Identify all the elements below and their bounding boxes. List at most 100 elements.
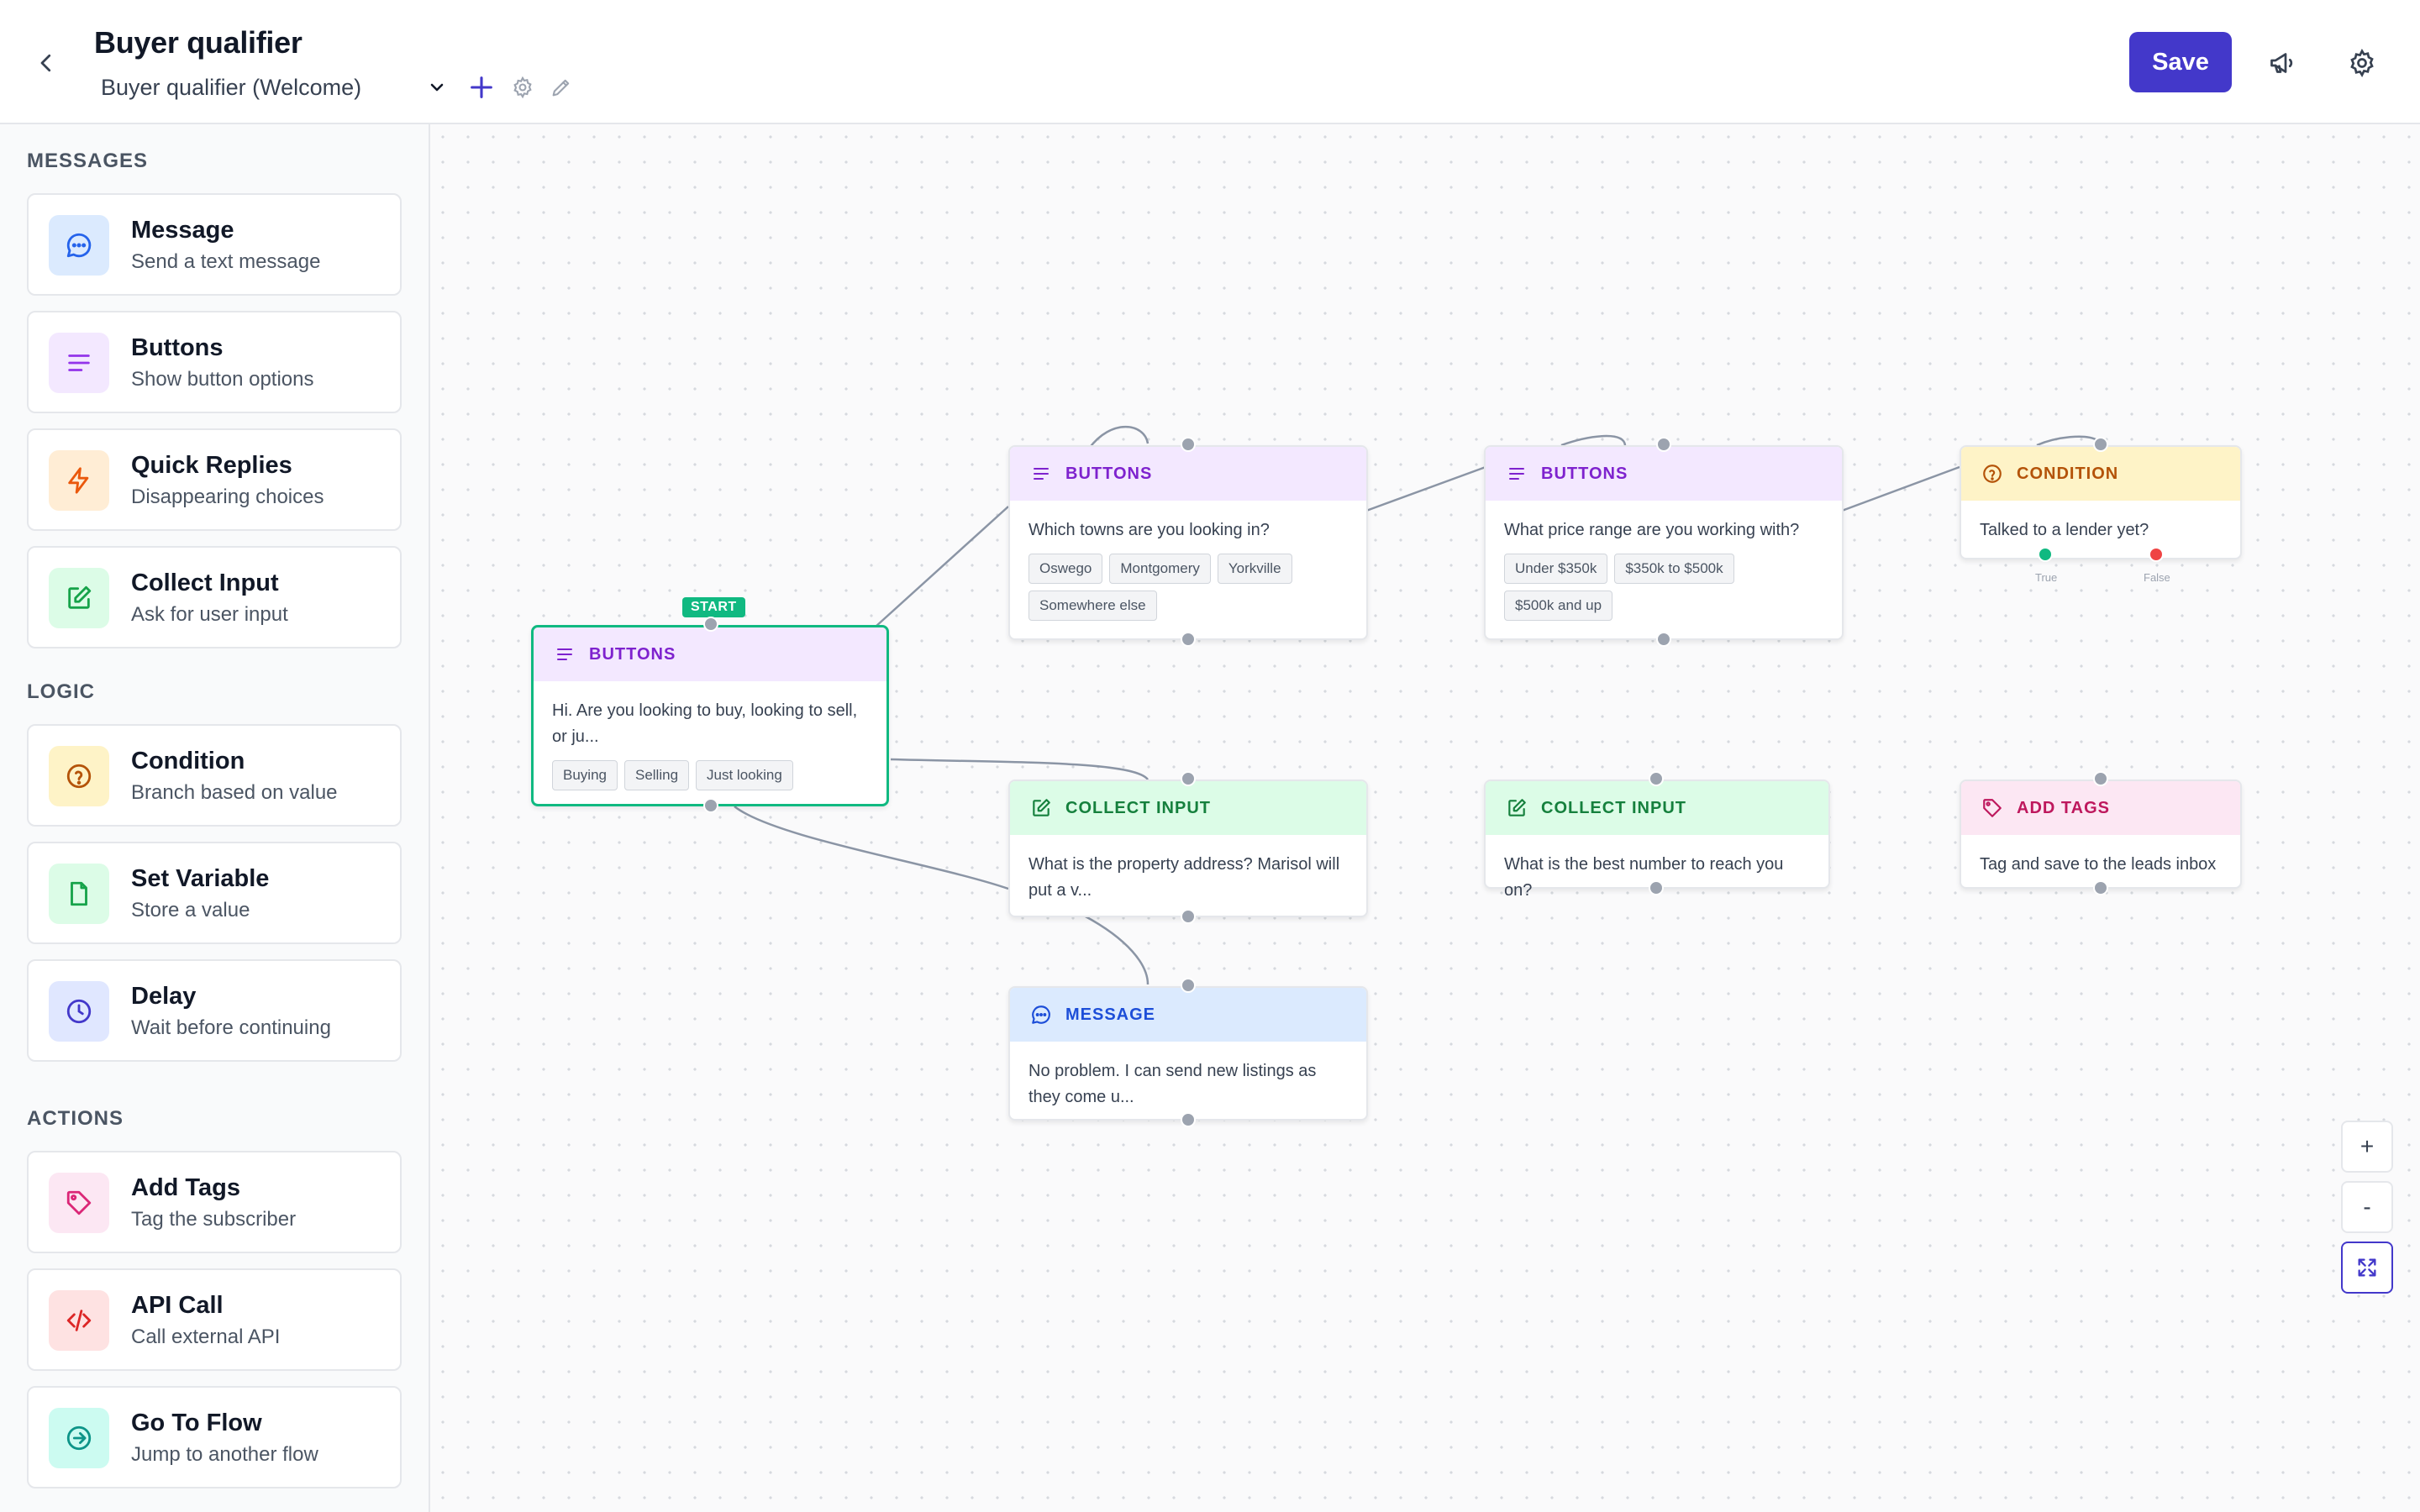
edit-icon (1504, 795, 1529, 821)
settings-button[interactable] (2343, 44, 2381, 82)
fit-view-button[interactable] (2341, 1242, 2393, 1294)
plus-icon (471, 76, 492, 98)
palette-item-description: Disappearing choices (131, 486, 324, 508)
palette-item-description: Wait before continuing (131, 1016, 331, 1039)
node-phone-collect-input[interactable]: COLLECT INPUT What is the best number to… (1484, 780, 1830, 900)
output-handle[interactable] (703, 798, 718, 813)
palette-item-collect-input[interactable]: Collect Input Ask for user input (27, 546, 402, 648)
flow-selector[interactable]: Buyer qualifier (Welcome) (94, 75, 447, 101)
lines-icon (1504, 461, 1529, 486)
palette-item-message[interactable]: Message Send a text message (27, 193, 402, 296)
zoom-out-button[interactable]: - (2341, 1181, 2393, 1233)
chip-350k-to-500k[interactable]: $350k to $500k (1614, 554, 1734, 584)
flow-toolbar: Buyer qualifier (Welcome) (94, 71, 573, 104)
output-handle[interactable] (1181, 1112, 1196, 1127)
node-palette: MESSAGES Message Send a text message Button… (0, 124, 430, 1512)
lines-icon (1028, 461, 1054, 486)
chip-just-looking[interactable]: Just looking (696, 760, 793, 790)
palette-item-description: Ask for user input (131, 603, 288, 626)
broadcast-button[interactable] (2264, 44, 2302, 82)
expand-icon (2358, 1258, 2376, 1277)
node-address-collect-input[interactable]: COLLECT INPUT What is the property addre… (1008, 780, 1368, 917)
input-handle[interactable] (1181, 978, 1196, 993)
chip-500k-and-up[interactable]: $500k and up (1504, 591, 1613, 621)
palette-item-go-to-flow[interactable]: Go To Flow Jump to another flow (27, 1386, 402, 1488)
input-handle[interactable] (2093, 437, 2108, 452)
section-title-logic: LOGIC (27, 680, 95, 703)
node-type: BUTTONS (589, 644, 676, 664)
edge-start-to-towns (875, 506, 1009, 627)
code-icon (49, 1290, 109, 1351)
chip-buying[interactable]: Buying (552, 760, 618, 790)
chip-oswego[interactable]: Oswego (1028, 554, 1103, 584)
palette-item-description: Store a value (131, 899, 250, 921)
tag-icon (49, 1173, 109, 1233)
node-header: BUTTONS (1010, 447, 1366, 501)
palette-item-name: Buttons (131, 334, 224, 361)
output-handle[interactable] (1649, 880, 1664, 895)
flow-canvas[interactable]: START BUTTONS Hi. Are you looking to buy… (430, 124, 2420, 1512)
tag-icon (1980, 795, 2005, 821)
input-handle[interactable] (1181, 437, 1196, 452)
node-add-tags[interactable]: ADD TAGS Tag and save to the leads inbox (1960, 780, 2242, 889)
node-towns-buttons[interactable]: BUTTONS Which towns are you looking in? … (1008, 445, 1368, 640)
node-text: Talked to a lender yet? (1980, 521, 2149, 539)
input-handle[interactable] (1649, 771, 1664, 786)
palette-item-quick-replies[interactable]: Quick Replies Disappearing choices (27, 428, 402, 531)
chip-montgomery[interactable]: Montgomery (1109, 554, 1211, 584)
chat-bubble-icon (49, 215, 109, 276)
palette-item-description: Jump to another flow (131, 1443, 318, 1466)
add-flow-button[interactable] (467, 73, 496, 102)
palette-item-condition[interactable]: Condition Branch based on value (27, 724, 402, 827)
zoom-in-button[interactable]: + (2341, 1121, 2393, 1173)
input-handle[interactable] (2093, 771, 2108, 786)
input-handle[interactable] (1181, 771, 1196, 786)
output-handle[interactable] (1181, 909, 1196, 924)
edge-address-to-message (1083, 914, 1150, 985)
output-handle[interactable] (1656, 632, 1671, 647)
output-handle[interactable] (2093, 880, 2108, 895)
save-button[interactable]: Save (2129, 32, 2232, 92)
palette-item-name: Quick Replies (131, 452, 292, 479)
question-circle-icon (1980, 461, 2005, 486)
rename-flow-button[interactable] (550, 76, 573, 99)
node-type: ADD TAGS (2017, 798, 2110, 817)
palette-item-name: Add Tags (131, 1174, 240, 1201)
output-handle[interactable] (1181, 632, 1196, 647)
settings-gear-icon (2350, 48, 2374, 78)
pencil-icon (552, 79, 570, 97)
chip-under-350k[interactable]: Under $350k (1504, 554, 1608, 584)
back-button[interactable] (27, 44, 66, 82)
true-branch-handle[interactable] (2038, 547, 2053, 562)
palette-item-name: Message (131, 217, 234, 244)
chip-yorkville[interactable]: Yorkville (1217, 554, 1292, 584)
node-lender-condition[interactable]: CONDITION Talked to a lender yet? (1960, 445, 2242, 559)
palette-item-name: Delay (131, 983, 197, 1010)
node-text: What is the best number to reach you on? (1504, 855, 1784, 900)
flow-settings-button[interactable] (511, 76, 534, 99)
node-type: CONDITION (2017, 464, 2119, 483)
palette-item-description: Call external API (131, 1326, 281, 1348)
palette-item-buttons[interactable]: Buttons Show button options (27, 311, 402, 413)
chip-selling[interactable]: Selling (623, 760, 690, 790)
false-branch-label: False (2144, 571, 2170, 584)
palette-item-api-call[interactable]: API Call Call external API (27, 1268, 402, 1371)
edge-start-to-address (890, 758, 1150, 780)
edge-start-to-phone (734, 806, 1009, 890)
input-handle[interactable] (703, 617, 718, 632)
node-price-buttons[interactable]: BUTTONS What price range are you working… (1484, 445, 1844, 640)
flow-selector-label: Buyer qualifier (Welcome) (101, 74, 362, 100)
node-start-buttons[interactable]: BUTTONS Hi. Are you looking to buy, look… (531, 625, 889, 806)
palette-item-add-tags[interactable]: Add Tags Tag the subscriber (27, 1151, 402, 1253)
palette-item-description: Tag the subscriber (131, 1208, 297, 1231)
lines-icon (49, 333, 109, 393)
node-listings-message[interactable]: MESSAGE No problem. I can send new listi… (1008, 986, 1368, 1121)
input-handle[interactable] (1656, 437, 1671, 452)
palette-item-name: API Call (131, 1292, 224, 1319)
palette-item-delay[interactable]: Delay Wait before continuing (27, 959, 402, 1062)
false-branch-handle[interactable] (2149, 547, 2164, 562)
node-text: Which towns are you looking in? (1028, 521, 1270, 539)
chip-somewhere-else[interactable]: Somewhere else (1028, 591, 1157, 621)
palette-item-set-variable[interactable]: Set Variable Store a value (27, 842, 402, 944)
node-header: COLLECT INPUT (1486, 781, 1828, 835)
